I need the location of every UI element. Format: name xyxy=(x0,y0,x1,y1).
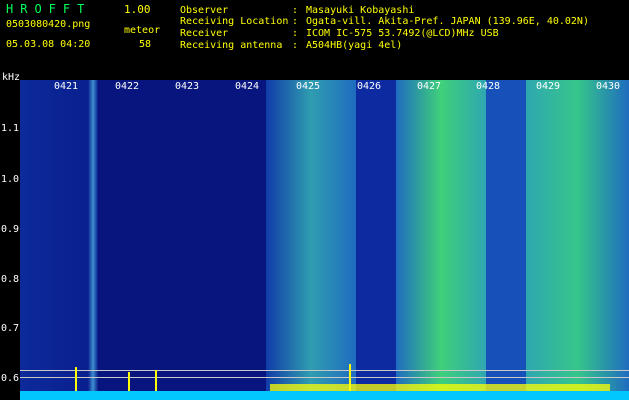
minute-label: 0422 xyxy=(115,81,140,92)
minute-label: 0423 xyxy=(175,81,200,92)
meteor-count: 58 xyxy=(139,39,152,50)
spectrum-band xyxy=(356,80,396,400)
minute-label: 0425 xyxy=(296,81,321,92)
app-title: HROFFT xyxy=(6,2,92,16)
minute-label: 0427 xyxy=(417,81,442,92)
info-key-receiver: Receiver xyxy=(180,28,229,39)
spectrum-band xyxy=(486,80,526,400)
info-key-antenna: Receiving antenna xyxy=(180,40,283,51)
minute-label: 0421 xyxy=(54,81,79,92)
minute-label: 0424 xyxy=(235,81,260,92)
minute-label: 0430 xyxy=(596,81,621,92)
info-colon: : xyxy=(292,16,299,27)
spectrum-band xyxy=(98,80,268,400)
info-value-location: Ogata-vill. Akita-Pref. JAPAN (139.96E, … xyxy=(306,16,589,27)
spectrum-band xyxy=(396,80,486,400)
info-colon: : xyxy=(292,5,299,16)
meteor-echo-bar xyxy=(75,367,77,392)
y-tick-label: 0.6 xyxy=(0,373,19,384)
info-colon: : xyxy=(292,40,299,51)
header-panel: HROFFT 1.00 0503080420.png meteor 05.03.… xyxy=(0,0,629,80)
spectrum-band xyxy=(526,80,629,400)
meteor-label: meteor xyxy=(124,25,161,36)
y-axis: 1.1 1.0 0.9 0.8 0.7 0.6 xyxy=(0,80,20,400)
version-label: 1.00 xyxy=(124,3,151,16)
y-tick-label: 1.1 xyxy=(0,123,19,134)
minute-label: 0428 xyxy=(476,81,501,92)
filename-label: 0503080420.png xyxy=(6,19,91,30)
info-colon: : xyxy=(292,28,299,39)
y-tick-label: 0.8 xyxy=(0,274,19,285)
info-value-observer: Masayuki Kobayashi xyxy=(306,5,415,16)
threshold-line xyxy=(20,377,629,378)
y-tick-label: 0.9 xyxy=(0,224,19,235)
meteor-echo-bar xyxy=(128,372,130,392)
threshold-line xyxy=(20,370,629,371)
y-tick-label: 1.0 xyxy=(0,174,19,185)
signal-level-strip xyxy=(20,391,629,400)
info-key-location: Receiving Location xyxy=(180,16,289,27)
minute-label: 0429 xyxy=(536,81,561,92)
info-key-observer: Observer xyxy=(180,5,229,16)
timestamp-label: 05.03.08 04:20 xyxy=(6,39,91,50)
minute-label: 0426 xyxy=(357,81,382,92)
meteor-echo-bar xyxy=(155,370,157,392)
spectrum-band xyxy=(88,80,98,400)
spectrum-band xyxy=(20,80,90,400)
spectrogram[interactable] xyxy=(20,80,629,400)
spectrum-band xyxy=(266,80,356,400)
info-value-receiver: ICOM IC-575 53.7492(@LCD)MHz USB xyxy=(306,28,499,39)
info-value-antenna: A504HB(yagi 4el) xyxy=(306,40,403,51)
y-tick-label: 0.7 xyxy=(0,323,19,334)
